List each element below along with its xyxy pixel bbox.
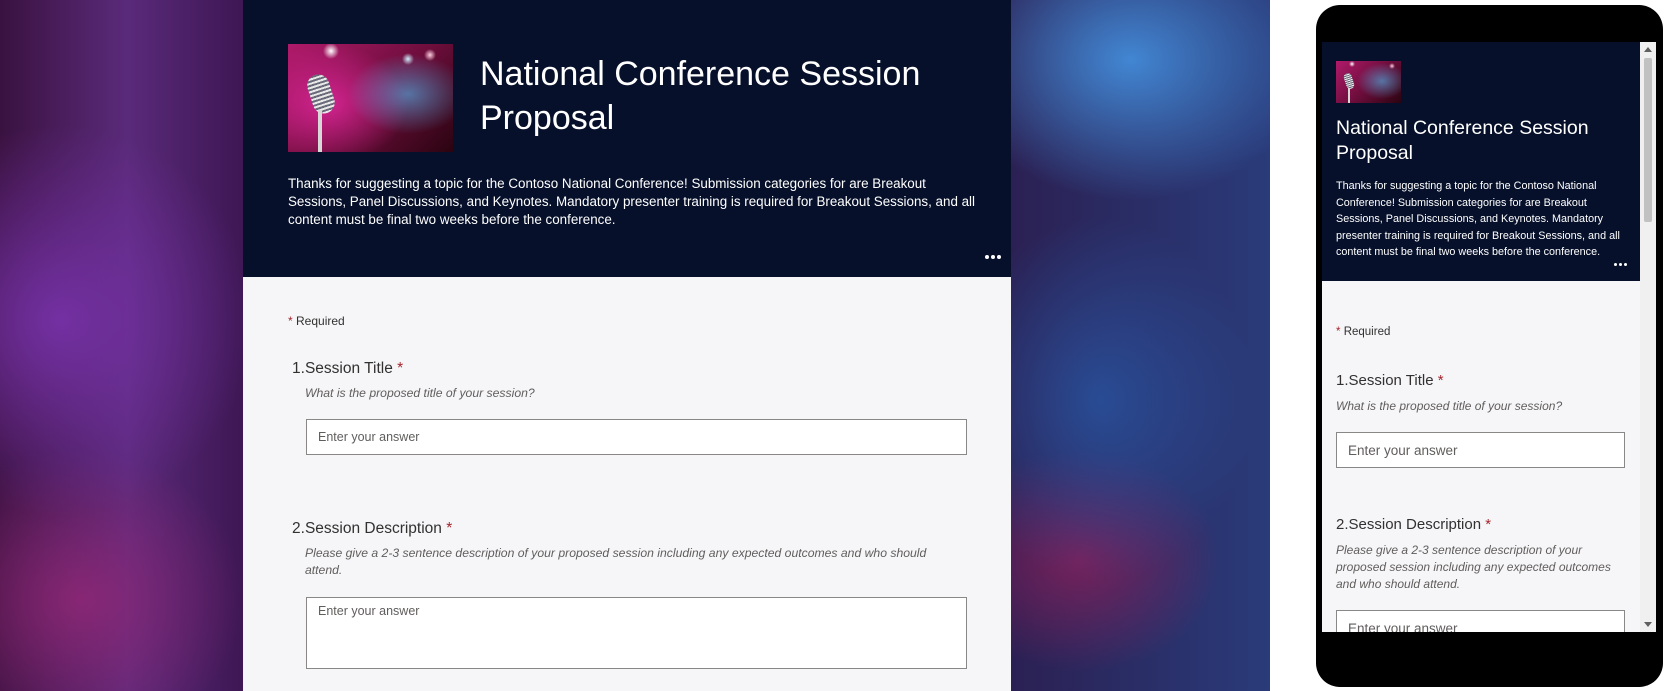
- scroll-down-arrow-icon[interactable]: [1644, 622, 1652, 627]
- scroll-thumb[interactable]: [1644, 58, 1652, 222]
- form-body: * Required 1.Session Title * What is the…: [243, 277, 1011, 691]
- form-title: National Conference Session Proposal: [480, 55, 921, 137]
- question-label: Session Description: [304, 520, 442, 537]
- question-2-title: 2.Session Description *: [292, 520, 452, 538]
- session-title-input[interactable]: [306, 419, 967, 455]
- mobile-form-title: National Conference Session Proposal: [1336, 117, 1589, 164]
- question-label: Session Title: [304, 360, 393, 377]
- mobile-more-options-icon[interactable]: [1614, 263, 1627, 266]
- question-1-title: 1.Session Title *: [292, 360, 403, 378]
- question-number: 2.: [1336, 516, 1349, 533]
- mobile-question-1-subtitle: What is the proposed title of your sessi…: [1336, 399, 1563, 413]
- header-image-microphone: [288, 44, 453, 152]
- required-note: * Required: [288, 314, 345, 328]
- mobile-session-title-input[interactable]: [1336, 432, 1625, 468]
- form-header: National Conference Session Proposal Tha…: [243, 0, 1011, 277]
- question-number: 1.: [1336, 372, 1349, 389]
- required-label: Required: [1343, 326, 1391, 338]
- required-label: Required: [296, 314, 345, 328]
- question-1-subtitle: What is the proposed title of your sessi…: [305, 386, 535, 400]
- required-star: *: [397, 360, 404, 377]
- mobile-question-1-title: 1.Session Title *: [1336, 372, 1444, 389]
- question-label: Session Title: [1348, 372, 1434, 389]
- more-options-icon[interactable]: [985, 252, 1001, 262]
- mobile-form-description: Thanks for suggesting a topic for the Co…: [1336, 180, 1620, 259]
- required-star: *: [1485, 516, 1492, 533]
- form-card-desktop: National Conference Session Proposal Tha…: [243, 0, 1011, 691]
- microphone-stand: [1348, 88, 1350, 103]
- microphone-stand: [318, 110, 322, 152]
- mobile-header-image-microphone: [1336, 61, 1401, 103]
- required-star: *: [288, 314, 293, 328]
- mobile-question-2-title: 2.Session Description *: [1336, 516, 1491, 533]
- session-description-textarea[interactable]: [306, 597, 967, 669]
- mobile-required-note: * Required: [1336, 326, 1390, 338]
- form-description: Thanks for suggesting a topic for the Co…: [288, 176, 976, 227]
- mobile-preview-screen: National Conference Session Proposal Tha…: [1322, 42, 1656, 632]
- required-star: *: [446, 520, 453, 537]
- mobile-form-header: National Conference Session Proposal Tha…: [1322, 42, 1640, 281]
- mobile-session-description-input[interactable]: [1336, 610, 1625, 632]
- mobile-question-2-subtitle: Please give a 2-3 sentence description o…: [1336, 543, 1611, 591]
- question-number: 2.: [292, 520, 305, 537]
- required-star: *: [1437, 372, 1444, 389]
- mobile-scrollbar[interactable]: [1640, 42, 1656, 632]
- scroll-up-arrow-icon[interactable]: [1644, 47, 1652, 52]
- required-star: *: [1336, 326, 1341, 338]
- question-number: 1.: [292, 360, 305, 377]
- question-2-subtitle: Please give a 2-3 sentence description o…: [305, 546, 927, 577]
- question-label: Session Description: [1348, 516, 1482, 533]
